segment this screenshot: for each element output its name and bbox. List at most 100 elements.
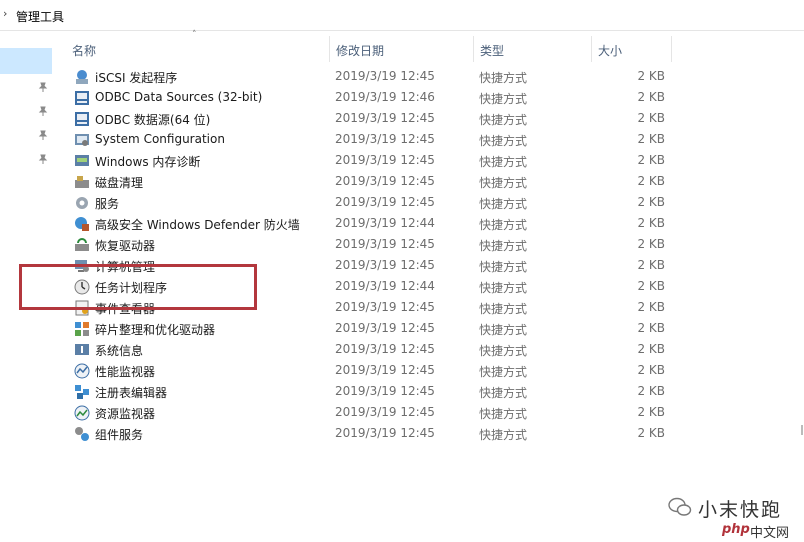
column-header-label: 类型 bbox=[480, 44, 505, 58]
file-row[interactable]: iSCSI 发起程序 2019/3/19 12:45 快捷方式 2 KB bbox=[66, 66, 676, 87]
file-date: 2019/3/19 12:44 bbox=[335, 279, 435, 293]
file-name: 组件服务 bbox=[95, 428, 144, 442]
file-date: 2019/3/19 12:45 bbox=[335, 384, 435, 398]
column-header-name[interactable]: 名称 bbox=[66, 36, 330, 62]
file-name: 系统信息 bbox=[95, 344, 144, 358]
column-header-size[interactable]: 大小 bbox=[592, 36, 672, 62]
file-size: 2 KB bbox=[637, 111, 665, 125]
file-date: 2019/3/19 12:45 bbox=[335, 363, 435, 377]
wechat-watermark: 小末快跑 bbox=[668, 494, 788, 522]
file-date: 2019/3/19 12:45 bbox=[335, 237, 435, 251]
file-name: 恢复驱动器 bbox=[95, 239, 156, 253]
file-row[interactable]: ODBC Data Sources (32-bit) 2019/3/19 12:… bbox=[66, 87, 676, 108]
file-date: 2019/3/19 12:45 bbox=[335, 132, 435, 146]
file-size: 2 KB bbox=[637, 321, 665, 335]
recovery-drive-icon bbox=[75, 238, 89, 251]
file-type: 快捷方式 bbox=[479, 428, 528, 442]
file-row[interactable]: 碎片整理和优化驱动器 2019/3/19 12:45 快捷方式 2 KB bbox=[66, 318, 676, 339]
memory-diagnostic-icon bbox=[75, 155, 89, 166]
file-name: Windows 内存诊断 bbox=[95, 155, 201, 169]
file-type: 快捷方式 bbox=[479, 176, 528, 190]
iscsi-icon bbox=[76, 70, 88, 84]
component-services-icon bbox=[75, 427, 89, 441]
file-size: 2 KB bbox=[637, 216, 665, 230]
file-type: 快捷方式 bbox=[479, 239, 528, 253]
file-type: 快捷方式 bbox=[479, 365, 528, 379]
file-type: 快捷方式 bbox=[479, 218, 528, 232]
file-row[interactable]: Windows 内存诊断 2019/3/19 12:45 快捷方式 2 KB bbox=[66, 150, 676, 171]
file-name: ODBC Data Sources (32-bit) bbox=[95, 90, 263, 104]
file-name: iSCSI 发起程序 bbox=[95, 71, 178, 85]
file-name: System Configuration bbox=[95, 132, 225, 146]
file-size: 2 KB bbox=[637, 279, 665, 293]
file-row[interactable]: 磁盘清理 2019/3/19 12:45 快捷方式 2 KB bbox=[66, 171, 676, 192]
file-type: 快捷方式 bbox=[479, 134, 528, 148]
file-type: 快捷方式 bbox=[479, 302, 528, 316]
resource-monitor-icon bbox=[74, 405, 90, 421]
file-name: ODBC 数据源(64 位) bbox=[95, 113, 211, 127]
breadcrumb[interactable]: 管理工具 bbox=[16, 8, 64, 25]
column-header-date[interactable]: 修改日期 bbox=[330, 36, 474, 62]
file-size: 2 KB bbox=[637, 195, 665, 209]
file-date: 2019/3/19 12:45 bbox=[335, 69, 435, 83]
registry-editor-icon bbox=[75, 385, 89, 399]
scrollbar-thumb[interactable] bbox=[801, 425, 803, 435]
file-type: 快捷方式 bbox=[479, 386, 528, 400]
pin-icon[interactable] bbox=[38, 106, 48, 116]
file-name: 高级安全 Windows Defender 防火墙 bbox=[95, 218, 300, 232]
file-type: 快捷方式 bbox=[479, 323, 528, 337]
file-row[interactable]: 注册表编辑器 2019/3/19 12:45 快捷方式 2 KB bbox=[66, 381, 676, 402]
system-config-icon bbox=[75, 134, 89, 146]
file-name: 资源监视器 bbox=[95, 407, 156, 421]
chevron-right-icon[interactable]: › bbox=[3, 7, 7, 20]
file-type: 快捷方式 bbox=[479, 281, 528, 295]
file-name: 磁盘清理 bbox=[95, 176, 144, 190]
nav-selected-item[interactable] bbox=[0, 48, 52, 74]
highlight-annotation-box bbox=[19, 264, 257, 310]
file-row[interactable]: 服务 2019/3/19 12:45 快捷方式 2 KB bbox=[66, 192, 676, 213]
services-icon bbox=[76, 197, 88, 209]
file-size: 2 KB bbox=[637, 69, 665, 83]
column-header-type[interactable]: 类型 bbox=[474, 36, 592, 62]
file-size: 2 KB bbox=[637, 174, 665, 188]
file-date: 2019/3/19 12:45 bbox=[335, 342, 435, 356]
pin-icon[interactable] bbox=[38, 82, 48, 92]
defrag-icon bbox=[75, 322, 89, 336]
firewall-icon bbox=[75, 217, 89, 231]
file-date: 2019/3/19 12:45 bbox=[335, 321, 435, 335]
address-bar[interactable]: › 管理工具 bbox=[0, 0, 804, 31]
file-type: 快捷方式 bbox=[479, 113, 528, 127]
file-name: 注册表编辑器 bbox=[95, 386, 168, 400]
file-type: 快捷方式 bbox=[479, 92, 528, 106]
file-row[interactable]: 组件服务 2019/3/19 12:45 快捷方式 2 KB bbox=[66, 423, 676, 444]
file-date: 2019/3/19 12:45 bbox=[335, 300, 435, 314]
file-size: 2 KB bbox=[637, 153, 665, 167]
file-name: 碎片整理和优化驱动器 bbox=[95, 323, 216, 337]
file-type: 快捷方式 bbox=[479, 71, 528, 85]
file-size: 2 KB bbox=[637, 132, 665, 146]
wechat-logo-icon bbox=[668, 497, 692, 516]
file-size: 2 KB bbox=[637, 384, 665, 398]
file-type: 快捷方式 bbox=[479, 344, 528, 358]
file-type: 快捷方式 bbox=[479, 407, 528, 421]
file-type: 快捷方式 bbox=[479, 260, 528, 274]
file-row[interactable]: 恢复驱动器 2019/3/19 12:45 快捷方式 2 KB bbox=[66, 234, 676, 255]
file-name: 性能监视器 bbox=[95, 365, 156, 379]
file-row[interactable]: 资源监视器 2019/3/19 12:45 快捷方式 2 KB bbox=[66, 402, 676, 423]
file-row[interactable]: 高级安全 Windows Defender 防火墙 2019/3/19 12:4… bbox=[66, 213, 676, 234]
column-header-label: 名称 bbox=[72, 44, 97, 58]
file-row[interactable]: ODBC 数据源(64 位) 2019/3/19 12:45 快捷方式 2 KB bbox=[66, 108, 676, 129]
performance-monitor-icon bbox=[74, 363, 90, 379]
file-size: 2 KB bbox=[637, 90, 665, 104]
pin-icon[interactable] bbox=[38, 154, 48, 164]
file-row[interactable]: System Configuration 2019/3/19 12:45 快捷方… bbox=[66, 129, 676, 150]
watermark-text: 小末快跑 bbox=[698, 499, 783, 521]
disk-cleanup-icon bbox=[75, 176, 89, 188]
file-row[interactable]: 性能监视器 2019/3/19 12:45 快捷方式 2 KB bbox=[66, 360, 676, 381]
pin-icon[interactable] bbox=[38, 130, 48, 140]
watermark-site: 中文网 bbox=[750, 526, 790, 541]
file-date: 2019/3/19 12:45 bbox=[335, 258, 435, 272]
file-row[interactable]: 系统信息 2019/3/19 12:45 快捷方式 2 KB bbox=[66, 339, 676, 360]
file-size: 2 KB bbox=[637, 426, 665, 440]
file-type: 快捷方式 bbox=[479, 197, 528, 211]
